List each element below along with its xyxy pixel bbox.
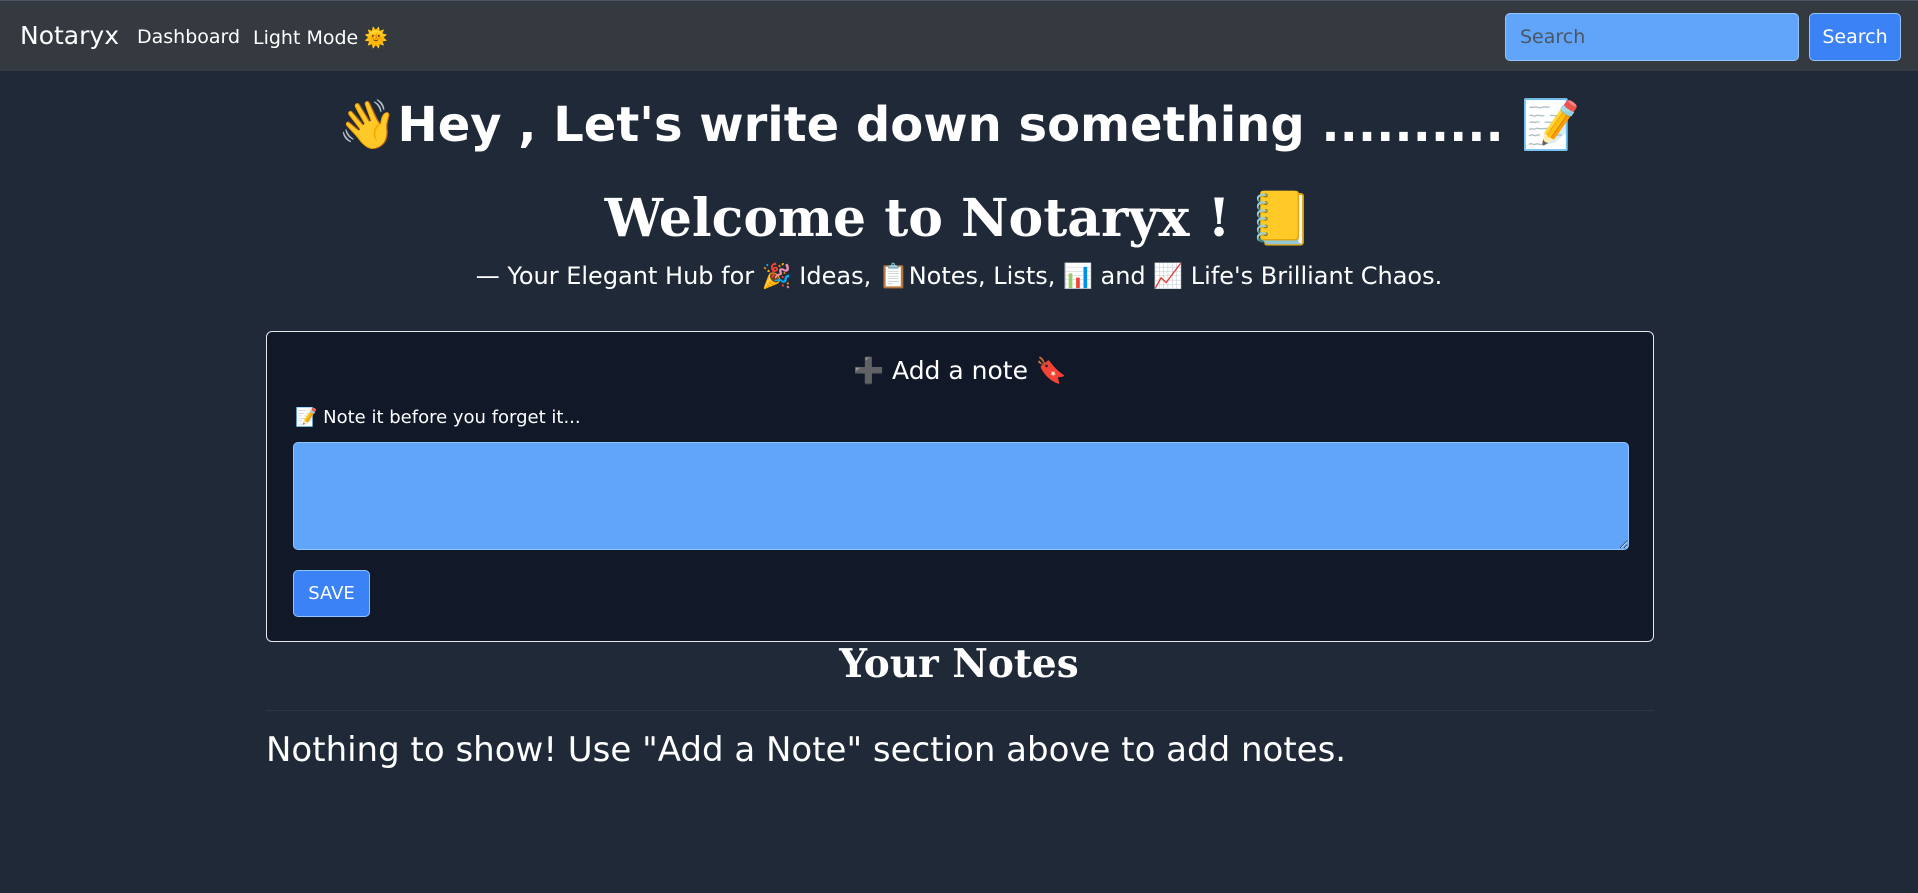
note-textarea-label: 📝 Note it before you forget it... <box>295 407 581 428</box>
tagline: — Your Elegant Hub for 🎉 Ideas, 📋Notes, … <box>475 262 1443 290</box>
welcome-title: Welcome to Notaryx ! 📒 <box>604 188 1314 249</box>
your-notes-heading: Your Notes <box>839 641 1079 687</box>
light-mode-toggle[interactable]: Light Mode 🌞 <box>253 26 388 49</box>
note-textarea[interactable] <box>293 442 1629 550</box>
add-note-card: ➕ Add a note 🔖 📝 Note it before you forg… <box>266 331 1654 642</box>
brand-link[interactable]: Notaryx <box>20 21 119 50</box>
notes-divider <box>266 710 1654 711</box>
nav-dashboard-link[interactable]: Dashboard <box>137 26 240 48</box>
save-button[interactable]: SAVE <box>293 570 370 617</box>
search-button[interactable]: Search <box>1809 13 1901 61</box>
top-navbar: Notaryx Dashboard Light Mode 🌞 Search <box>0 0 1918 71</box>
add-note-title: ➕ Add a note 🔖 <box>852 356 1068 385</box>
empty-notes-message: Nothing to show! Use "Add a Note" sectio… <box>266 730 1347 770</box>
hero-heading: 👋Hey , Let's write down something ......… <box>337 97 1581 153</box>
search-input[interactable] <box>1505 13 1799 61</box>
